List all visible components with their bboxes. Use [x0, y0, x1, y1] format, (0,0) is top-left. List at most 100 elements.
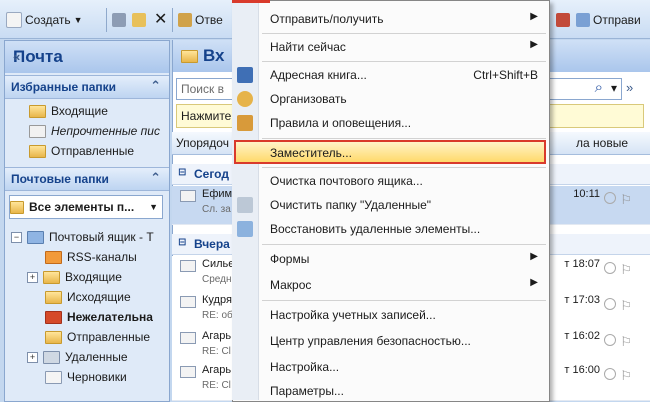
- menu-item-label: Настройка учетных записей...: [270, 308, 436, 322]
- folder-inbox[interactable]: + Входящие: [27, 267, 122, 287]
- menu-item-recover-deleted[interactable]: Восстановить удаленные элементы...: [232, 218, 548, 240]
- reply-label: Отве: [195, 13, 223, 27]
- folder-sent-label: Отправленные: [67, 330, 151, 344]
- send-receive-button[interactable]: Отправи: [576, 10, 641, 30]
- menu-separator: [262, 244, 546, 245]
- collapse-icon[interactable]: ⊟: [178, 167, 186, 178]
- folder-drafts-label: Черновики: [67, 370, 127, 384]
- calendar-icon[interactable]: [556, 13, 570, 27]
- group-yesterday-label: Вчера: [194, 237, 230, 251]
- favorite-unread[interactable]: Непрочтенные пис: [29, 121, 160, 141]
- folder-icon: [29, 104, 46, 118]
- category-icon[interactable]: [604, 192, 616, 204]
- menu-item-label: Параметры...: [270, 384, 344, 398]
- menu-item-label: Настройка...: [270, 360, 340, 374]
- collapse-pane-icon[interactable]: «: [13, 49, 161, 64]
- menu-item-label: Формы: [270, 252, 310, 266]
- menu-separator: [262, 61, 546, 62]
- all-items-selector[interactable]: Все элементы п... ▼: [9, 195, 163, 219]
- folder-junk-label: Нежелательна: [67, 310, 153, 324]
- flag-icon[interactable]: ⚐: [620, 192, 632, 208]
- favorite-inbox[interactable]: Входящие: [29, 101, 108, 121]
- favorites-header[interactable]: Избранные папки ⌃: [5, 75, 169, 99]
- message-date: т 18:07: [564, 258, 600, 270]
- message-date: т 17:03: [564, 294, 600, 306]
- folder-outbox-label: Исходящие: [67, 290, 131, 304]
- move-to-folder-icon[interactable]: [132, 13, 146, 27]
- menu-item-mailbox-cleanup[interactable]: Очистка почтового ящика...: [232, 170, 548, 192]
- mail-folders-header-label: Почтовые папки: [11, 172, 109, 186]
- arrange-by-label: Упорядоч: [176, 136, 229, 150]
- envelope-icon: [180, 332, 196, 344]
- menu-item-out-of-office[interactable]: Заместитель...: [232, 142, 548, 164]
- envelope-icon: [180, 366, 196, 378]
- drafts-icon: [45, 370, 62, 384]
- collapse-icon[interactable]: ⊟: [178, 237, 186, 248]
- menu-item-options[interactable]: Параметры...: [232, 380, 548, 402]
- message-sender: Ефим: [202, 188, 233, 200]
- menu-item-shortcut: Ctrl+Shift+B: [473, 68, 538, 82]
- favorite-inbox-label: Входящие: [51, 104, 108, 118]
- menu-item-address-book[interactable]: Адресная книга... Ctrl+Shift+B: [232, 64, 548, 86]
- menu-item-trust-center[interactable]: Центр управления безопасностью...: [232, 330, 548, 352]
- menu-item-macro[interactable]: Макрос ▶: [232, 274, 548, 296]
- expand-query-icon[interactable]: »: [626, 80, 633, 95]
- collapse-icon[interactable]: −: [11, 231, 22, 243]
- search-icon[interactable]: ⌕: [595, 79, 603, 96]
- flag-icon[interactable]: ⚐: [620, 298, 632, 314]
- create-dropdown-icon[interactable]: ▼: [74, 15, 83, 25]
- search-input[interactable]: Поиск в: [181, 82, 224, 96]
- favorite-unread-label: Непрочтенные пис: [51, 124, 160, 138]
- favorite-sent[interactable]: Отправленные: [29, 141, 134, 161]
- folder-sent[interactable]: Отправленные: [45, 327, 150, 347]
- print-icon[interactable]: [112, 13, 126, 27]
- submenu-arrow-icon: ▶: [530, 251, 538, 262]
- mailbox-icon: [27, 230, 44, 244]
- toolbar-separator: [106, 8, 107, 32]
- sort-order-label[interactable]: ла новые: [576, 136, 628, 150]
- expand-icon[interactable]: +: [27, 351, 38, 363]
- message-sender: Силье: [202, 258, 235, 270]
- flag-icon[interactable]: ⚐: [620, 262, 632, 278]
- category-icon[interactable]: [604, 262, 616, 274]
- create-button[interactable]: Создать ▼: [6, 10, 83, 30]
- category-icon[interactable]: [604, 334, 616, 346]
- delete-icon[interactable]: ✕: [154, 9, 167, 29]
- flag-icon[interactable]: ⚐: [620, 334, 632, 350]
- menu-item-label: Отправить/получить: [270, 12, 384, 26]
- menu-item-find-now[interactable]: Найти сейчас ▶: [232, 36, 548, 58]
- menu-item-label: Адресная книга...: [270, 68, 367, 82]
- reply-button[interactable]: Отве: [178, 10, 223, 30]
- menu-item-account-settings[interactable]: Настройка учетных записей...: [232, 304, 548, 326]
- expand-icon[interactable]: +: [27, 271, 38, 283]
- folder-outbox[interactable]: Исходящие: [45, 287, 131, 307]
- category-icon[interactable]: [604, 298, 616, 310]
- folder-drafts[interactable]: Черновики: [45, 367, 127, 387]
- message-sender: Кудря: [202, 294, 232, 306]
- folder-rss[interactable]: RSS-каналы: [45, 247, 137, 267]
- folder-deleted[interactable]: + Удаленные: [27, 347, 128, 367]
- submenu-arrow-icon: ▶: [530, 39, 538, 50]
- menu-item-empty-deleted[interactable]: Очистить папку "Удаленные": [232, 194, 548, 216]
- menu-item-rules-alerts[interactable]: Правила и оповещения...: [232, 112, 548, 134]
- menu-item-customize[interactable]: Настройка...: [232, 356, 548, 378]
- submenu-arrow-icon: ▶: [530, 277, 538, 288]
- category-icon[interactable]: [604, 368, 616, 380]
- favorites-collapse-icon[interactable]: ⌃: [150, 78, 161, 94]
- mail-folders-header[interactable]: Почтовые папки ⌃: [5, 167, 169, 191]
- folder-icon: [29, 144, 46, 158]
- flag-icon[interactable]: ⚐: [620, 368, 632, 384]
- menu-item-forms[interactable]: Формы ▶: [232, 248, 548, 270]
- menu-item-label: Организовать: [270, 92, 347, 106]
- search-dropdown-icon[interactable]: ▾: [611, 81, 617, 95]
- folder-junk[interactable]: Нежелательна: [45, 307, 153, 327]
- envelope-icon: [180, 260, 196, 272]
- mail-folders-collapse-icon[interactable]: ⌃: [150, 170, 161, 186]
- menu-item-send-receive[interactable]: Отправить/получить ▶: [232, 8, 548, 30]
- menu-item-label: Макрос: [270, 278, 312, 292]
- menu-item-organize[interactable]: Организовать: [232, 88, 548, 110]
- envelope-icon: [180, 296, 196, 308]
- all-items-dropdown-icon[interactable]: ▼: [149, 202, 158, 212]
- message-subject: Сл. за: [202, 204, 231, 215]
- mailbox-root[interactable]: − Почтовый ящик - Т: [11, 227, 154, 247]
